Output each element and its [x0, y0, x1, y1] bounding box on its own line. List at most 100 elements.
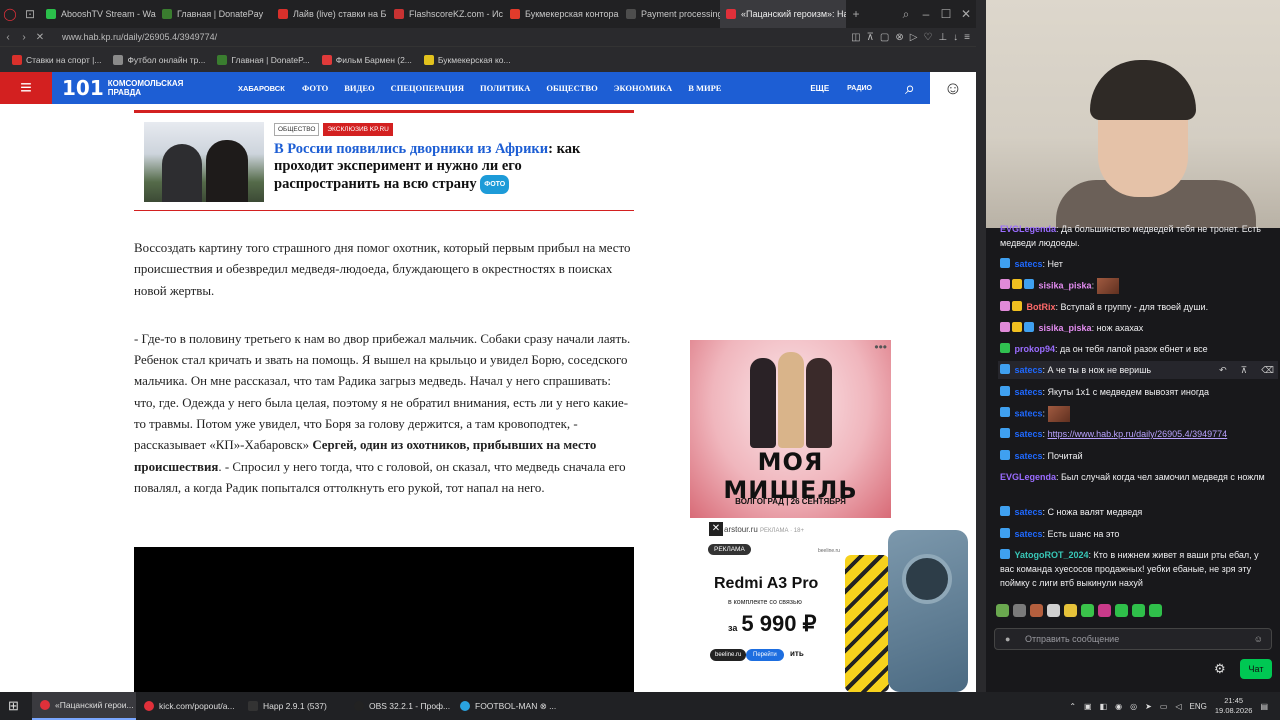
- tab-live-bets[interactable]: Лайв (live) ставки на Б: [272, 0, 388, 28]
- chat-username[interactable]: satecs: [1015, 408, 1043, 418]
- close-ad-icon[interactable]: ✕: [709, 522, 723, 536]
- nav-video[interactable]: ВИДЕО: [344, 83, 374, 93]
- tray-app-icon[interactable]: ▣: [1084, 702, 1092, 711]
- browser-scrollbar[interactable]: [976, 0, 986, 692]
- chat-username[interactable]: satecs: [1015, 451, 1043, 461]
- nav-politics[interactable]: ПОЛИТИКА: [480, 83, 530, 93]
- bookmark-item[interactable]: Главная | DonateP...: [217, 54, 310, 65]
- hamburger-menu-icon[interactable]: ≡: [0, 72, 52, 104]
- chat-username[interactable]: EVGLegenda: [1000, 472, 1056, 482]
- bookmark-item[interactable]: Букмекерская ко...: [423, 54, 511, 65]
- emote-icon[interactable]: [1064, 604, 1077, 617]
- telegram-icon[interactable]: ➤: [1145, 702, 1152, 711]
- emote-icon[interactable]: [1132, 604, 1145, 617]
- ad-options-icon[interactable]: •••: [874, 340, 887, 354]
- stop-icon[interactable]: ✕: [32, 32, 48, 43]
- tab-payment[interactable]: Payment processing: [620, 0, 720, 28]
- bookmark-item[interactable]: Фильм Бармен (2...: [321, 54, 412, 65]
- language-indicator[interactable]: ENG: [1190, 702, 1207, 711]
- chat-username[interactable]: satecs: [1015, 259, 1043, 269]
- nav-world[interactable]: В МИРЕ: [688, 83, 721, 93]
- url-field[interactable]: www.hab.kp.ru/daily/26905.4/3949774/: [62, 32, 217, 42]
- chat-username[interactable]: satecs: [1015, 365, 1043, 375]
- bookmark-item[interactable]: Ставки на спорт |...: [12, 54, 101, 65]
- category-tag[interactable]: ОБЩЕСТВО: [274, 123, 320, 136]
- taskbar-item[interactable]: kick.com/popout/a...: [136, 692, 240, 720]
- network-icon[interactable]: ▭: [1160, 702, 1168, 711]
- opera-logo-icon[interactable]: ◯: [0, 0, 20, 28]
- chat-link[interactable]: https://www.hab.kp.ru/daily/26905.4/3949…: [1048, 429, 1228, 439]
- minimize-icon[interactable]: –: [916, 0, 936, 28]
- related-article-card[interactable]: ОБЩЕСТВО ЭКСКЛЮЗИВ KP.RU В России появил…: [134, 110, 634, 211]
- chat-input[interactable]: ● Отправить сообщение ☺: [994, 628, 1272, 650]
- forward-icon[interactable]: ›: [16, 32, 32, 43]
- notification-icon[interactable]: ▤: [1260, 702, 1268, 711]
- tab-bookmaker[interactable]: Букмекерская контора: [504, 0, 620, 28]
- nav-society[interactable]: ОБЩЕСТВО: [546, 83, 597, 93]
- emote-icon[interactable]: [1098, 604, 1111, 617]
- tab-flashscore[interactable]: FlashscoreKZ.com - Ис: [388, 0, 504, 28]
- close-icon[interactable]: ✕: [956, 0, 976, 28]
- nav-more[interactable]: ЕЩЕ: [810, 84, 829, 93]
- back-icon[interactable]: ‹: [0, 32, 16, 43]
- ad-advertiser-button[interactable]: beeline.ru: [710, 649, 747, 661]
- chat-username[interactable]: prokop94: [1015, 344, 1056, 354]
- tray-app-icon[interactable]: ◎: [1130, 702, 1137, 711]
- download-icon[interactable]: ↓: [953, 32, 958, 43]
- sidebar-icon[interactable]: ◫: [851, 32, 860, 43]
- search-icon[interactable]: ⌕: [890, 72, 930, 104]
- ad-go-button[interactable]: Перейти: [746, 649, 784, 661]
- volume-icon[interactable]: ◁: [1175, 702, 1181, 711]
- bookmark-item[interactable]: Футбол онлайн тр...: [113, 54, 205, 65]
- emoji-icon[interactable]: ☺: [1254, 629, 1263, 649]
- pin-icon[interactable]: ⊼: [867, 32, 874, 43]
- chat-username[interactable]: sisika_piska: [1039, 323, 1092, 333]
- maximize-icon[interactable]: ☐: [936, 0, 956, 28]
- taskbar-item[interactable]: Happ 2.9.1 (537): [240, 692, 346, 720]
- emote-icon[interactable]: [1149, 604, 1162, 617]
- start-icon[interactable]: ⊞: [0, 692, 32, 720]
- search-tabs-icon[interactable]: ⌕: [896, 0, 916, 28]
- menu-icon[interactable]: ≡: [964, 32, 970, 43]
- site-logo[interactable]: 101 комсомольская правда: [62, 76, 232, 100]
- concert-ad[interactable]: ••• МОЯ МИШЕЛЬ ВОЛГОГРАД | 26 СЕНТЯБРЯ: [690, 340, 891, 518]
- related-article-link[interactable]: В России появились дворники из Африки: [274, 141, 548, 157]
- tray-app-icon[interactable]: ◉: [1115, 702, 1122, 711]
- chat-username[interactable]: satecs: [1015, 529, 1043, 539]
- new-tab-button[interactable]: +: [846, 0, 866, 28]
- chat-username[interactable]: satecs: [1015, 507, 1043, 517]
- taskbar-item[interactable]: FOOTBOL-MAN ⊗ ...: [452, 692, 558, 720]
- tab-menu-icon[interactable]: ⊡: [20, 0, 40, 28]
- chat-username[interactable]: satecs: [1015, 429, 1043, 439]
- phone-ad[interactable]: ✕ arstour.ru РЕКЛАМА · 18+ РЕКЛАМА beeli…: [690, 520, 976, 692]
- nav-special-op[interactable]: СПЕЦОПЕРАЦИЯ: [391, 83, 464, 93]
- radio-button[interactable]: РАДИО: [847, 85, 872, 92]
- chat-username[interactable]: sisika_piska: [1039, 280, 1092, 290]
- vpn-icon[interactable]: ⊗: [895, 32, 903, 43]
- chat-username[interactable]: BotRix: [1027, 302, 1056, 312]
- tab-kp-article[interactable]: «Пацанский героизм»: На: [720, 0, 846, 28]
- gear-icon[interactable]: ⚙: [1214, 662, 1226, 676]
- chat-username[interactable]: EVGLegenda: [1000, 224, 1056, 234]
- emote-icon[interactable]: [1115, 604, 1128, 617]
- emote-icon[interactable]: [1047, 604, 1060, 617]
- wallet-icon[interactable]: ⊥: [938, 32, 947, 43]
- user-icon[interactable]: ☺: [930, 72, 976, 104]
- taskbar-item[interactable]: OBS 32.2.1 - Проф...: [346, 692, 452, 720]
- clock[interactable]: 21:45 19.08.2026: [1215, 696, 1253, 716]
- taskbar-item[interactable]: «Пацанский герои...: [32, 692, 136, 720]
- emote-icon[interactable]: [1030, 604, 1043, 617]
- nav-photo[interactable]: ФОТО: [302, 83, 328, 93]
- video-player[interactable]: [134, 547, 634, 692]
- chat-username[interactable]: satecs: [1015, 387, 1043, 397]
- emote-icon[interactable]: [996, 604, 1009, 617]
- tab-aboosh[interactable]: AbooshTV Stream - Wa: [40, 0, 156, 28]
- player-icon[interactable]: ▷: [910, 32, 918, 43]
- city-selector[interactable]: ХАБАРОВСК: [238, 84, 302, 93]
- emote-icon[interactable]: [1081, 604, 1094, 617]
- snapshot-icon[interactable]: ▢: [880, 32, 889, 43]
- tray-app-icon[interactable]: ◧: [1100, 702, 1108, 711]
- related-article-title[interactable]: В России появились дворники из Африки: к…: [274, 141, 614, 194]
- nav-economy[interactable]: ЭКОНОМИКА: [614, 83, 673, 93]
- tab-donatepay[interactable]: Главная | DonatePay: [156, 0, 272, 28]
